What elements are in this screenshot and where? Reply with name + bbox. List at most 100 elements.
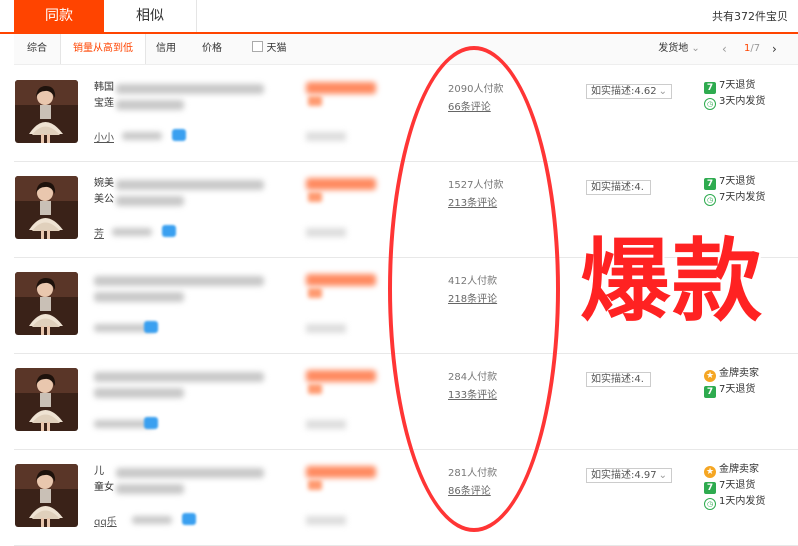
- service-badge: ◷ 3天内发货: [704, 94, 765, 110]
- product-title-line: 宝莲: [94, 98, 114, 109]
- price-blurred: [306, 82, 376, 94]
- product-title-line: 美公: [94, 194, 114, 205]
- service-badge-label: 1天内发货: [719, 496, 766, 507]
- review-count-link[interactable]: 66条评论: [448, 98, 491, 113]
- title-blurred: [94, 276, 264, 286]
- product-title[interactable]: 儿 童女: [94, 464, 114, 496]
- product-thumbnail[interactable]: [15, 80, 78, 143]
- wangwang-chat-icon[interactable]: [144, 321, 158, 333]
- clock-icon: ◷: [704, 498, 716, 510]
- service-badge-label: 7天退货: [719, 384, 756, 395]
- review-count-link[interactable]: 133条评论: [448, 386, 497, 401]
- page-indicator: 1/7: [744, 34, 760, 64]
- wangwang-chat-icon[interactable]: [162, 225, 176, 237]
- description-rating: 如实描述:4.62: [591, 86, 657, 97]
- next-page-button[interactable]: ›: [772, 34, 777, 64]
- shipping-blurred: [306, 516, 346, 525]
- description-rating: 如实描述:4.97: [591, 470, 657, 481]
- seven-day-return-icon: 7: [704, 386, 716, 398]
- description-rating-dropdown[interactable]: 如实描述:4.62 ⌄: [586, 84, 673, 99]
- paid-count: 1527人付款: [448, 180, 504, 191]
- ship-from-dropdown[interactable]: 发货地 ⌄: [654, 34, 704, 64]
- service-badge-label: 7天退货: [719, 480, 756, 491]
- review-count-link[interactable]: 218条评论: [448, 290, 497, 305]
- shop-name-link[interactable]: 小小: [94, 129, 114, 144]
- sort-price[interactable]: 价格: [192, 34, 232, 64]
- price-blurred: [308, 96, 322, 106]
- clock-icon: ◷: [704, 194, 716, 206]
- paid-count: 2090人付款: [448, 84, 504, 95]
- product-thumbnail[interactable]: [15, 272, 78, 335]
- page-total: /7: [750, 43, 761, 54]
- gold-medal-icon: ★: [704, 370, 716, 382]
- title-blurred: [116, 484, 184, 494]
- product-title-line: 婉美: [94, 178, 114, 189]
- product-thumbnail[interactable]: [15, 368, 78, 431]
- tab-similar[interactable]: 相似: [104, 0, 197, 32]
- shop-name-link[interactable]: 芳: [94, 225, 104, 240]
- service-badge-label: 金牌卖家: [719, 368, 759, 379]
- ship-from-label: 发货地: [658, 43, 689, 54]
- seven-day-return-icon: 7: [704, 178, 716, 190]
- chevron-down-icon: ⌄: [658, 86, 668, 97]
- price-blurred: [306, 466, 376, 478]
- price-blurred: [308, 288, 322, 298]
- total-count: 共有372件宝贝: [712, 10, 788, 23]
- wangwang-chat-icon[interactable]: [182, 513, 196, 525]
- description-rating-dropdown[interactable]: 如实描述:4.97 ⌄: [586, 468, 673, 483]
- sort-credit[interactable]: 信用: [144, 34, 188, 64]
- product-title[interactable]: 婉美 美公: [94, 176, 114, 208]
- service-badges: 7 7天退货 ◷ 7天内发货: [704, 174, 765, 206]
- title-blurred: [94, 292, 184, 302]
- sort-comprehensive[interactable]: 综合: [14, 34, 60, 64]
- service-badge: ★ 金牌卖家: [704, 366, 759, 382]
- title-blurred: [116, 468, 264, 478]
- shop-name-blurred: [132, 516, 172, 524]
- title-blurred: [116, 100, 184, 110]
- hot-item-annotation: 爆款: [580, 229, 764, 334]
- paid-count: 412人付款: [448, 276, 498, 287]
- service-badges: 7 7天退货 ◷ 3天内发货: [704, 78, 765, 110]
- service-badge: ★ 金牌卖家: [704, 462, 765, 478]
- product-row: 284人付款 133条评论 如实描述:4. ★ 金牌卖家 7 7天退货: [14, 354, 798, 450]
- title-blurred: [116, 84, 264, 94]
- chevron-down-icon: ⌄: [691, 43, 700, 54]
- product-title[interactable]: 韩国 宝莲: [94, 80, 114, 112]
- tab-same-style[interactable]: 同款: [14, 0, 104, 32]
- review-count-link[interactable]: 86条评论: [448, 482, 491, 497]
- tmall-checkbox[interactable]: [251, 41, 263, 52]
- service-badge-label: 7天退货: [719, 80, 756, 91]
- price-blurred: [306, 274, 376, 286]
- title-blurred: [94, 372, 264, 382]
- product-title-line: 韩国: [94, 82, 114, 93]
- price-blurred: [308, 192, 322, 202]
- product-thumbnail[interactable]: [15, 464, 78, 527]
- top-tab-bar: 同款 相似 共有372件宝贝: [0, 0, 798, 34]
- tmall-label: 天猫: [266, 43, 287, 54]
- wangwang-chat-icon[interactable]: [144, 417, 158, 429]
- shop-name-link[interactable]: qq乐: [94, 513, 117, 528]
- title-blurred: [94, 388, 184, 398]
- service-badge: ◷ 1天内发货: [704, 494, 765, 510]
- shipping-blurred: [306, 420, 346, 429]
- price-blurred: [306, 178, 376, 190]
- paid-count: 284人付款: [448, 372, 498, 383]
- sort-sales-desc[interactable]: 销量从高到低: [60, 34, 146, 64]
- product-thumbnail[interactable]: [15, 176, 78, 239]
- description-rating-dropdown[interactable]: 如实描述:4.: [586, 372, 651, 387]
- seven-day-return-icon: 7: [704, 482, 716, 494]
- chevron-down-icon: ⌄: [658, 470, 668, 481]
- service-badge-label: 7天内发货: [719, 192, 766, 203]
- review-count-link[interactable]: 213条评论: [448, 194, 497, 209]
- prev-page-button[interactable]: ‹: [722, 34, 727, 64]
- shipping-blurred: [306, 324, 346, 333]
- shipping-blurred: [306, 228, 346, 237]
- sort-bar: 综合 销量从高到低 信用 价格 天猫 发货地 ⌄ ‹ 1/7 ›: [14, 34, 798, 65]
- description-rating: 如实描述:4.: [591, 374, 644, 385]
- filter-tmall[interactable]: 天猫: [246, 34, 292, 64]
- product-row: 韩国 宝莲 小小 2090人付款 66条评论 如实描述:4.62 ⌄ 7 7天退货 …: [14, 66, 798, 162]
- description-rating-dropdown[interactable]: 如实描述:4.: [586, 180, 651, 195]
- product-row: 儿 童女 qq乐 281人付款 86条评论 如实描述:4.97 ⌄ ★ 金牌卖家 7…: [14, 450, 798, 546]
- wangwang-chat-icon[interactable]: [172, 129, 186, 141]
- service-badge: 7 7天退货: [704, 174, 765, 190]
